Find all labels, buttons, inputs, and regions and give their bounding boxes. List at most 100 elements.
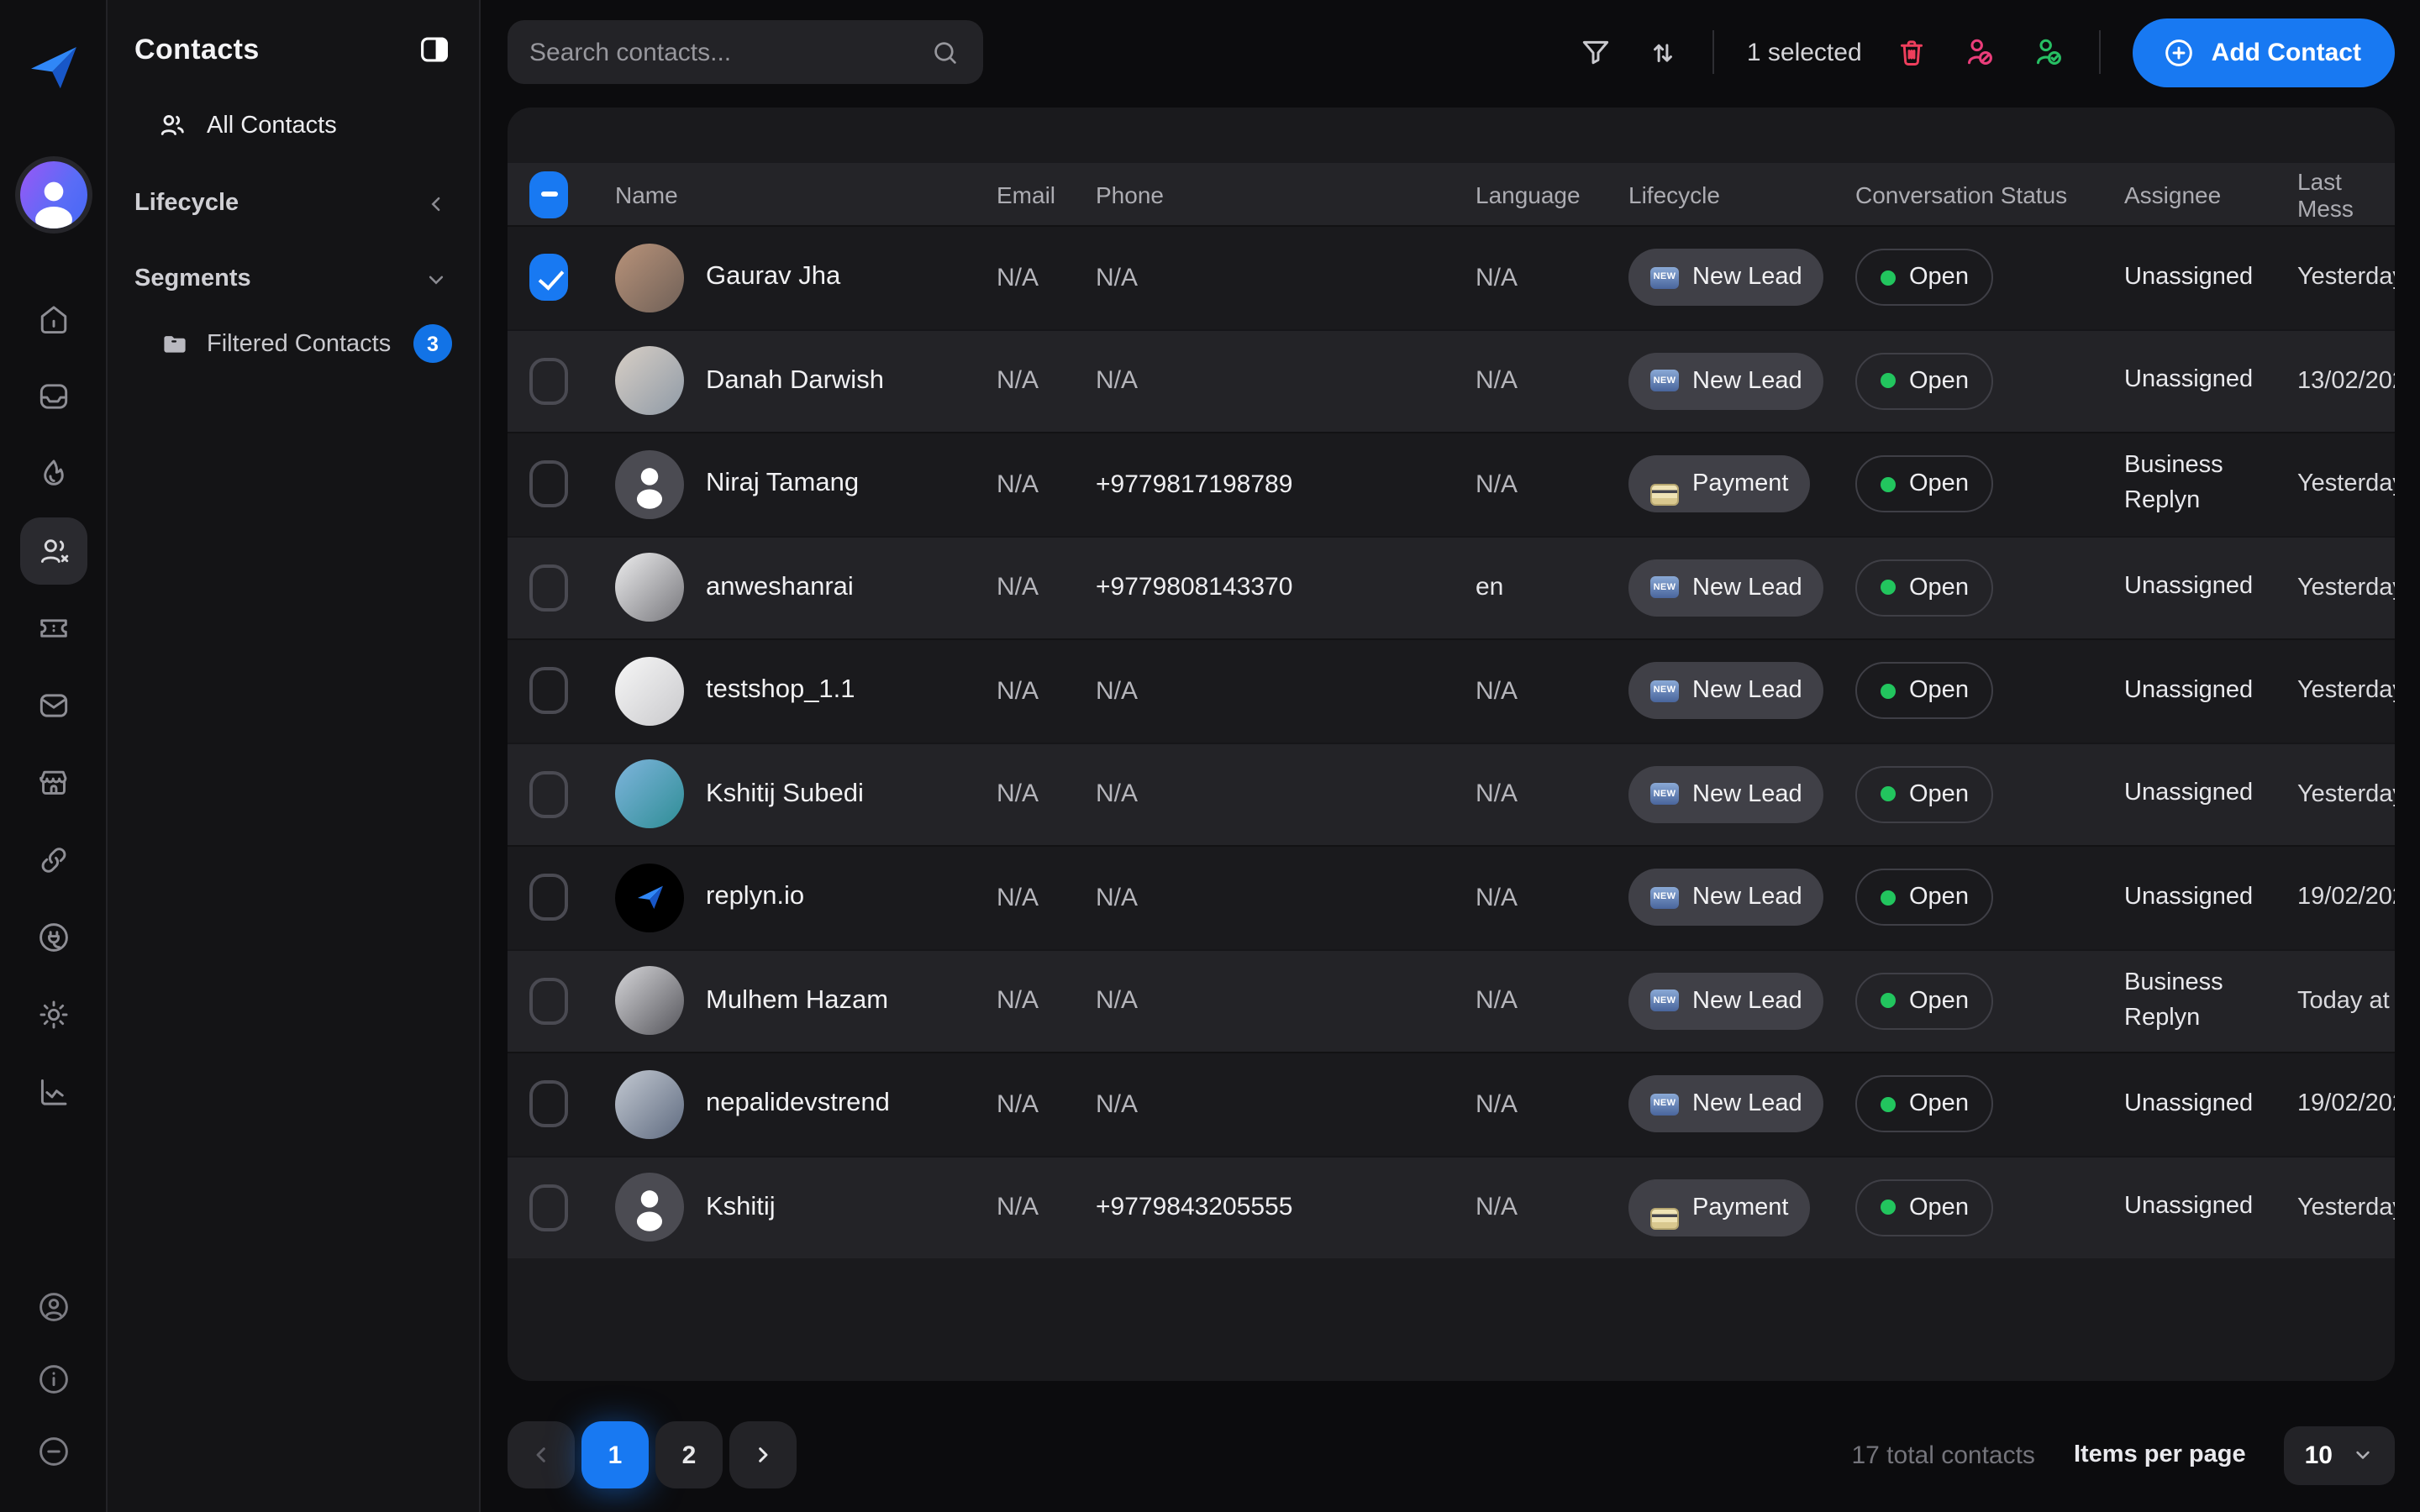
contact-name: testshop_1.1 bbox=[706, 676, 855, 706]
last-message-cell: Today at 1 bbox=[2297, 988, 2395, 1015]
status-badge: Open bbox=[1855, 353, 1994, 410]
assignee-cell: Unassigned bbox=[2124, 570, 2297, 605]
column-header: Email bbox=[997, 181, 1096, 207]
search-bar bbox=[508, 20, 983, 84]
app-logo-icon bbox=[23, 37, 83, 97]
row-checkbox[interactable] bbox=[529, 771, 568, 818]
row-checkbox[interactable] bbox=[529, 358, 568, 405]
row-checkbox[interactable] bbox=[529, 668, 568, 715]
row-checkbox[interactable] bbox=[529, 874, 568, 921]
email-cell: N/A bbox=[997, 884, 1096, 912]
table-row[interactable]: testshop_1.1 N/A N/A N/A NEW New Lead Op… bbox=[508, 638, 2395, 742]
workspace-avatar[interactable] bbox=[19, 161, 87, 228]
table-header: NameEmailPhoneLanguageLifecycleConversat… bbox=[508, 163, 2395, 225]
status-dot-icon bbox=[1881, 787, 1896, 802]
add-contact-label: Add Contact bbox=[2212, 38, 2361, 66]
lifecycle-label: New Lead bbox=[1692, 781, 1802, 808]
lifecycle-badge: Payment bbox=[1628, 1179, 1810, 1236]
block-contact-icon[interactable] bbox=[1961, 34, 1998, 71]
lifecycle-icon: NEW bbox=[1650, 577, 1679, 599]
row-checkbox[interactable] bbox=[529, 255, 568, 302]
assignee-cell: Unassigned bbox=[2124, 260, 2297, 295]
contact-avatar bbox=[615, 760, 684, 829]
row-checkbox[interactable] bbox=[529, 564, 568, 612]
filter-icon[interactable] bbox=[1579, 34, 1614, 70]
main-content: 1 selected Add Contact bbox=[481, 0, 2420, 1512]
email-cell: N/A bbox=[997, 1194, 1096, 1222]
approve-contact-icon[interactable] bbox=[2030, 34, 2067, 71]
flame-icon[interactable] bbox=[19, 440, 87, 507]
email-cell: N/A bbox=[997, 677, 1096, 706]
table-row[interactable]: anweshanrai N/A +9779808143370 en NEW Ne… bbox=[508, 535, 2395, 638]
minimize-icon[interactable] bbox=[23, 1421, 83, 1482]
chevron-down-icon bbox=[424, 266, 449, 291]
status-label: Open bbox=[1909, 1091, 1969, 1118]
table-row[interactable]: Kshitij N/A +9779843205555 N/A Payment O… bbox=[508, 1155, 2395, 1258]
row-checkbox[interactable] bbox=[529, 461, 568, 508]
email-cell: N/A bbox=[997, 574, 1096, 602]
profile-icon[interactable] bbox=[23, 1277, 83, 1337]
prev-page-button[interactable] bbox=[508, 1421, 575, 1488]
segment-label: Filtered Contacts bbox=[207, 330, 391, 357]
sort-swap-icon[interactable] bbox=[1646, 34, 1681, 70]
analytics-icon[interactable] bbox=[19, 1058, 87, 1126]
phone-cell: +9779817198789 bbox=[1096, 470, 1476, 499]
search-input[interactable] bbox=[529, 38, 929, 66]
info-icon[interactable] bbox=[23, 1349, 83, 1410]
table-row[interactable]: Niraj Tamang N/A +9779817198789 N/A Paym… bbox=[508, 432, 2395, 535]
lifecycle-badge: NEW New Lead bbox=[1628, 249, 1824, 307]
phone-cell: N/A bbox=[1096, 367, 1476, 396]
nav-rail bbox=[0, 0, 108, 1512]
lifecycle-icon: NEW bbox=[1650, 267, 1679, 289]
pagination-bar: 12 17 total contacts Items per page 10 bbox=[508, 1421, 2395, 1488]
selection-count: 1 selected bbox=[1747, 38, 1862, 66]
home-icon[interactable] bbox=[19, 286, 87, 353]
status-dot-icon bbox=[1881, 1097, 1896, 1112]
lifecycle-icon bbox=[1650, 1208, 1679, 1230]
sidebar-section-lifecycle[interactable]: Lifecycle bbox=[134, 190, 452, 217]
inbox-icon[interactable] bbox=[19, 363, 87, 430]
phone-cell: N/A bbox=[1096, 884, 1476, 912]
row-checkbox[interactable] bbox=[529, 978, 568, 1025]
table-row[interactable]: nepalidevstrend N/A N/A N/A NEW New Lead… bbox=[508, 1052, 2395, 1155]
settings-icon[interactable] bbox=[19, 981, 87, 1048]
sidebar-item-filtered-contacts[interactable]: Filtered Contacts 3 bbox=[134, 324, 452, 363]
delete-icon[interactable] bbox=[1894, 34, 1929, 70]
sidebar-collapse-icon[interactable] bbox=[417, 32, 452, 67]
sidebar-section-segments[interactable]: Segments bbox=[134, 265, 452, 292]
items-per-page-select[interactable]: 10 bbox=[2285, 1425, 2395, 1484]
integrations-icon[interactable] bbox=[19, 904, 87, 971]
lifecycle-icon: NEW bbox=[1650, 990, 1679, 1012]
status-label: Open bbox=[1909, 575, 1969, 601]
table-row[interactable]: replyn.io N/A N/A N/A NEW New Lead Open … bbox=[508, 845, 2395, 948]
table-row[interactable]: Kshitij Subedi N/A N/A N/A NEW New Lead … bbox=[508, 742, 2395, 845]
store-icon[interactable] bbox=[19, 749, 87, 816]
chevron-left-icon bbox=[424, 191, 449, 216]
table-row[interactable]: Danah Darwish N/A N/A N/A NEW New Lead O… bbox=[508, 328, 2395, 432]
contact-name: Kshitij Subedi bbox=[706, 780, 864, 810]
language-cell: N/A bbox=[1476, 987, 1628, 1016]
mail-icon[interactable] bbox=[19, 672, 87, 739]
lifecycle-icon: NEW bbox=[1650, 680, 1679, 702]
status-badge: Open bbox=[1855, 973, 1994, 1030]
add-contact-button[interactable]: Add Contact bbox=[2133, 18, 2395, 87]
lifecycle-label: Payment bbox=[1692, 471, 1788, 498]
page-button-2[interactable]: 2 bbox=[655, 1421, 723, 1488]
select-all-checkbox[interactable] bbox=[529, 171, 568, 218]
row-checkbox[interactable] bbox=[529, 1184, 568, 1231]
ticket-icon[interactable] bbox=[19, 595, 87, 662]
divider bbox=[2099, 30, 2101, 74]
next-page-button[interactable] bbox=[729, 1421, 797, 1488]
table-row[interactable]: Gaurav Jha N/A N/A N/A NEW New Lead Open… bbox=[508, 225, 2395, 328]
page-button-1[interactable]: 1 bbox=[581, 1421, 649, 1488]
table-row[interactable]: Mulhem Hazam N/A N/A N/A NEW New Lead Op… bbox=[508, 948, 2395, 1052]
last-message-cell: 13/02/202 bbox=[2297, 368, 2395, 395]
sidebar-item-all-contacts[interactable]: All Contacts bbox=[134, 109, 452, 141]
language-cell: N/A bbox=[1476, 780, 1628, 809]
column-header: Language bbox=[1476, 181, 1628, 207]
status-dot-icon bbox=[1881, 270, 1896, 286]
language-cell: N/A bbox=[1476, 677, 1628, 706]
contacts-icon[interactable] bbox=[19, 517, 87, 585]
link-icon[interactable] bbox=[19, 827, 87, 894]
row-checkbox[interactable] bbox=[529, 1081, 568, 1128]
